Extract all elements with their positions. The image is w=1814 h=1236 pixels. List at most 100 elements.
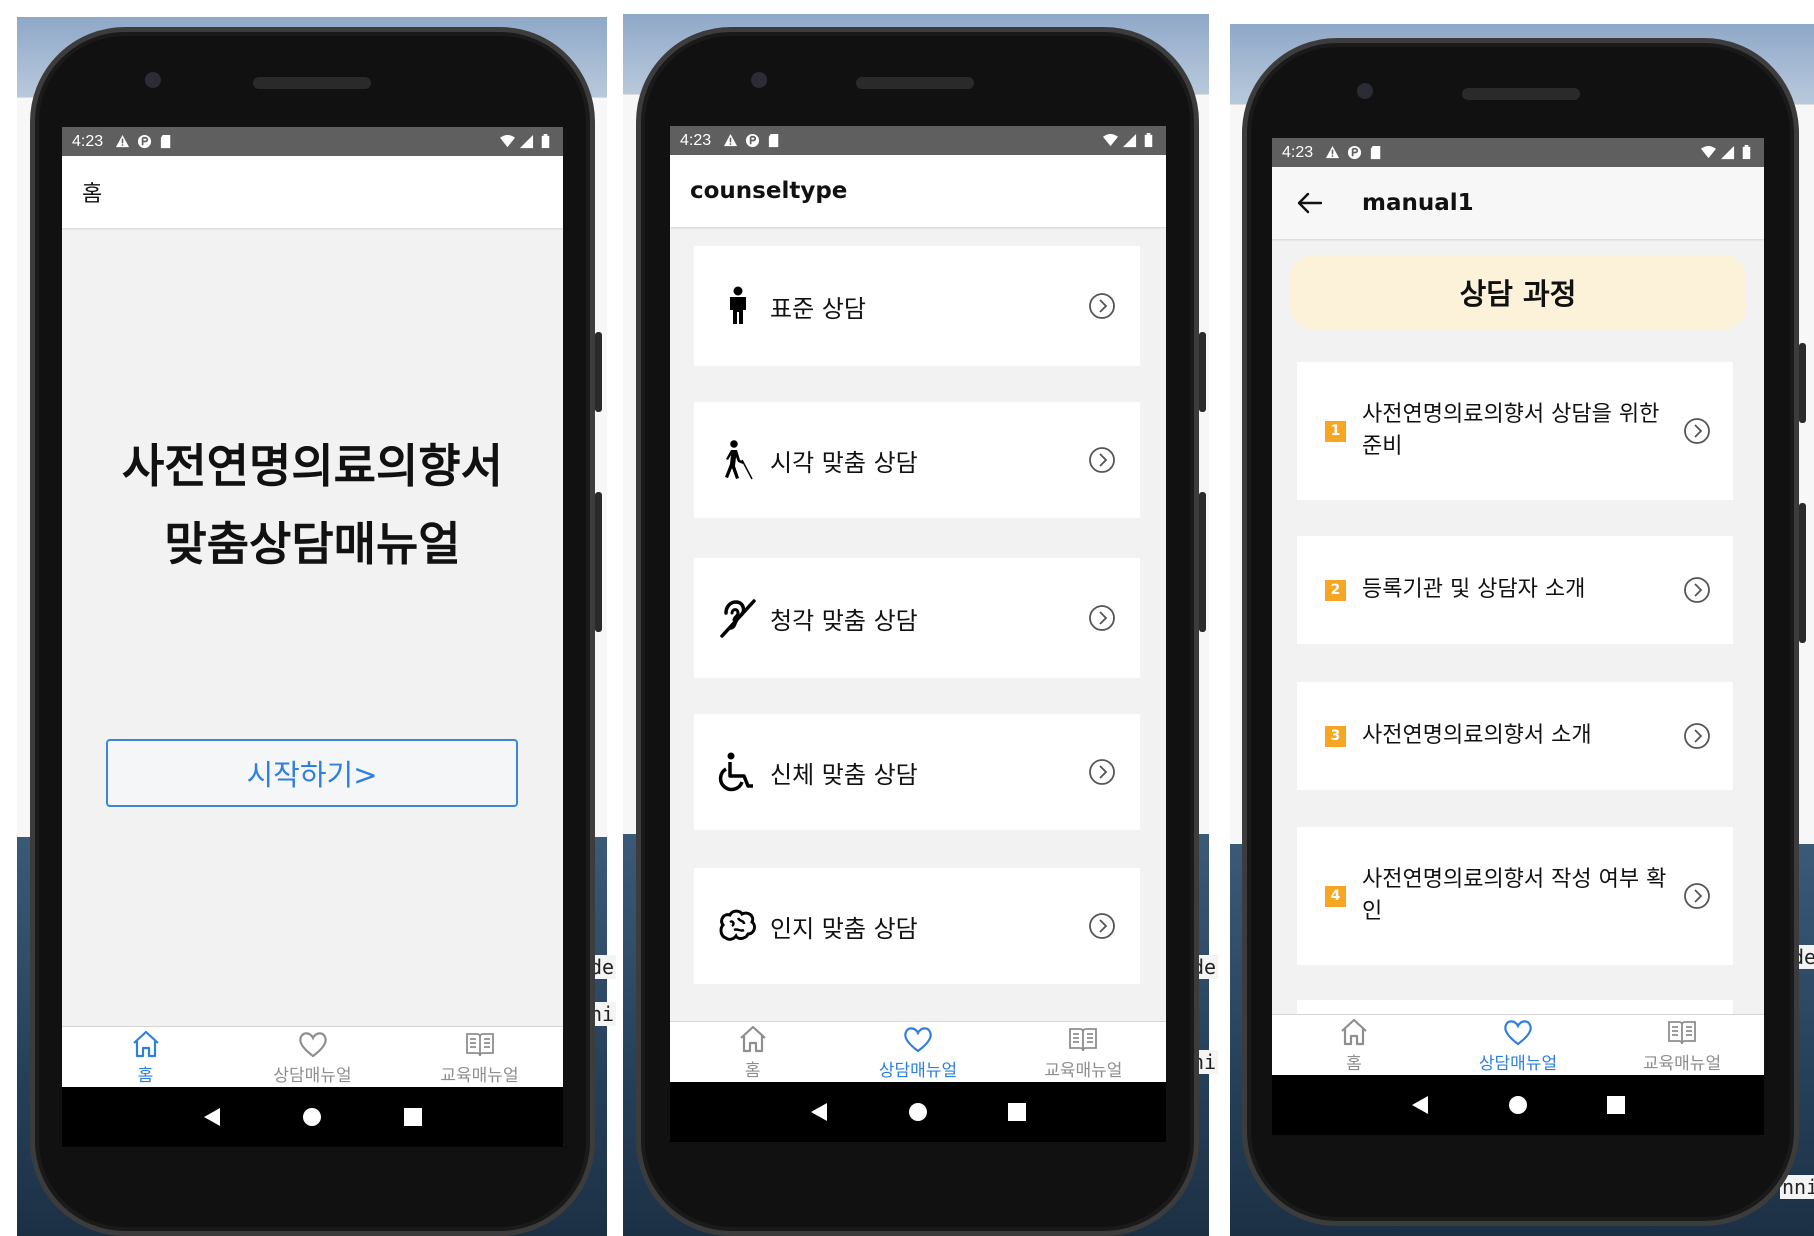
page-title: manual1 (1362, 190, 1474, 216)
sync-icon (138, 134, 152, 149)
volume-button (595, 492, 602, 632)
tab-counsel-label: 상담매뉴얼 (1478, 1053, 1558, 1074)
status-time: 4:23 (1282, 143, 1314, 161)
battery-icon (1144, 133, 1153, 148)
tab-education-manual[interactable]: 교육매뉴얼 (1001, 1022, 1166, 1082)
counsel-type-label: 시각 맞춤 상담 (770, 448, 918, 477)
step-number-badge: 1 (1325, 420, 1346, 442)
battery-icon (541, 134, 550, 149)
battery-icon (1742, 145, 1751, 160)
tab-counsel-manual[interactable]: 상담매뉴얼 (1436, 1015, 1600, 1075)
hero-line-1: 사전연명의료의향서 (122, 439, 503, 493)
nav-back-icon[interactable] (809, 1101, 829, 1123)
tab-home[interactable]: 홈 (1272, 1015, 1436, 1075)
back-button[interactable] (1292, 185, 1328, 221)
status-bar: 4:23 (1272, 138, 1764, 167)
status-time: 4:23 (680, 131, 712, 149)
counsel-type-card[interactable]: 시각 맞춤 상담 (694, 402, 1140, 518)
step-label: 사전연명의료의향서 소개 (1362, 723, 1592, 748)
step-label: 등록기관 및 상담자 소개 (1362, 577, 1586, 602)
tab-counsel-label: 상담매뉴얼 (878, 1060, 958, 1081)
person-icon (730, 286, 746, 324)
chevron-right-circle-icon (1684, 723, 1710, 749)
speaker-grille (1462, 88, 1580, 100)
manual-step-card[interactable]: 1 사전연명의료의향서 상담을 위한 준비 (1297, 362, 1733, 500)
tab-counsel-manual[interactable]: 상담매뉴얼 (835, 1022, 1000, 1082)
nav-home-icon[interactable] (1507, 1094, 1529, 1116)
bottom-tab-bar: 홈 상담매뉴얼 교육매뉴얼 (1272, 1014, 1764, 1075)
wifi-icon (1103, 133, 1118, 147)
sdcard-icon (161, 134, 171, 149)
volume-button (1799, 503, 1806, 643)
book-icon (1668, 1020, 1696, 1044)
nav-recents-icon[interactable] (403, 1107, 423, 1127)
manual-step-card[interactable]: 4 사전연명의료의향서 작성 여부 확인 (1297, 827, 1733, 965)
page-title: 홈 (82, 182, 103, 207)
manual-step-card[interactable]: 2 등록기관 및 상담자 소개 (1297, 536, 1733, 644)
nav-recents-icon[interactable] (1007, 1102, 1027, 1122)
power-button (1799, 343, 1806, 423)
start-button[interactable]: 시작하기> (106, 739, 518, 807)
counsel-type-card[interactable]: 신체 맞춤 상담 (694, 714, 1140, 830)
counsel-type-label: 표준 상담 (770, 294, 866, 323)
status-bar: 4:23 (670, 126, 1166, 155)
brain-icon (719, 909, 757, 941)
tab-education-manual[interactable]: 교육매뉴얼 (396, 1027, 563, 1087)
chevron-right-circle-icon (1089, 913, 1115, 939)
heart-icon (298, 1031, 327, 1057)
chevron-right-circle-icon (1684, 418, 1710, 444)
android-nav-bar (1272, 1075, 1764, 1135)
tab-home-label: 홈 (744, 1060, 761, 1081)
chevron-right-circle-icon (1089, 293, 1115, 319)
app-header: counseltype (670, 155, 1166, 227)
front-camera (145, 72, 161, 88)
page-title: counseltype (690, 178, 848, 204)
counsel-type-card[interactable]: 인지 맞춤 상담 (694, 868, 1140, 984)
nav-back-icon[interactable] (202, 1106, 222, 1128)
manual-step-card[interactable]: 3 사전연명의료의향서 소개 (1297, 682, 1733, 790)
tab-home[interactable]: 홈 (670, 1022, 835, 1082)
sdcard-icon (769, 133, 779, 148)
nav-back-icon[interactable] (1410, 1094, 1430, 1116)
hearing-impaired-icon (720, 599, 756, 638)
sync-icon (746, 133, 760, 148)
bottom-tab-bar: 홈 상담매뉴얼 교육매뉴얼 (62, 1026, 563, 1087)
nav-home-icon[interactable] (907, 1101, 929, 1123)
android-nav-bar (670, 1082, 1166, 1142)
screen-home: 4:23 홈 사전연명의료의향서 맞춤상담매뉴얼 시작하기> 홈 상담매뉴얼 교… (62, 127, 563, 1087)
step-label: 사전연명의료의향서 작성 여부 확인 (1362, 867, 1667, 924)
tab-home-label: 홈 (1346, 1053, 1362, 1074)
counsel-type-label: 청각 맞춤 상담 (770, 606, 918, 635)
chevron-right-circle-icon (1089, 447, 1115, 473)
tab-education-label: 교육매뉴얼 (1044, 1060, 1123, 1081)
speaker-grille (253, 77, 371, 89)
warning-icon (116, 134, 130, 148)
nav-home-icon[interactable] (301, 1106, 323, 1128)
bottom-tab-bar: 홈 상담매뉴얼 교육매뉴얼 (670, 1021, 1166, 1082)
tab-counsel-label: 상담매뉴얼 (273, 1065, 352, 1086)
status-bar: 4:23 (62, 127, 563, 156)
counsel-type-card[interactable]: 청각 맞춤 상담 (694, 558, 1140, 678)
chevron-right-circle-icon (1089, 759, 1115, 785)
counsel-type-card[interactable]: 표준 상담 (694, 246, 1140, 366)
warning-icon (724, 133, 738, 147)
tab-home[interactable]: 홈 (62, 1027, 229, 1087)
status-time: 4:23 (72, 132, 104, 150)
heart-icon (904, 1026, 932, 1052)
front-camera (1357, 83, 1373, 99)
nav-recents-icon[interactable] (1606, 1095, 1626, 1115)
tab-education-manual[interactable]: 교육매뉴얼 (1600, 1015, 1764, 1075)
heart-icon (1504, 1019, 1532, 1045)
wifi-icon (1701, 145, 1716, 159)
hero-title: 사전연명의료의향서 맞춤상담매뉴얼 (62, 427, 563, 583)
tab-counsel-manual[interactable]: 상담매뉴얼 (229, 1027, 396, 1087)
step-number-badge: 2 (1325, 579, 1346, 601)
step-label: 사전연명의료의향서 상담을 위한 준비 (1362, 402, 1660, 459)
step-number-badge: 3 (1325, 725, 1346, 747)
step-number-badge: 4 (1325, 885, 1346, 907)
signal-icon (519, 134, 534, 149)
screen-counsel-type: 4:23 counseltype 표준 상담 시각 맞춤 상담 청각 맞춤 상담… (670, 126, 1166, 1082)
book-icon (465, 1032, 494, 1056)
app-header: manual1 (1272, 167, 1764, 239)
android-nav-bar (62, 1087, 563, 1147)
